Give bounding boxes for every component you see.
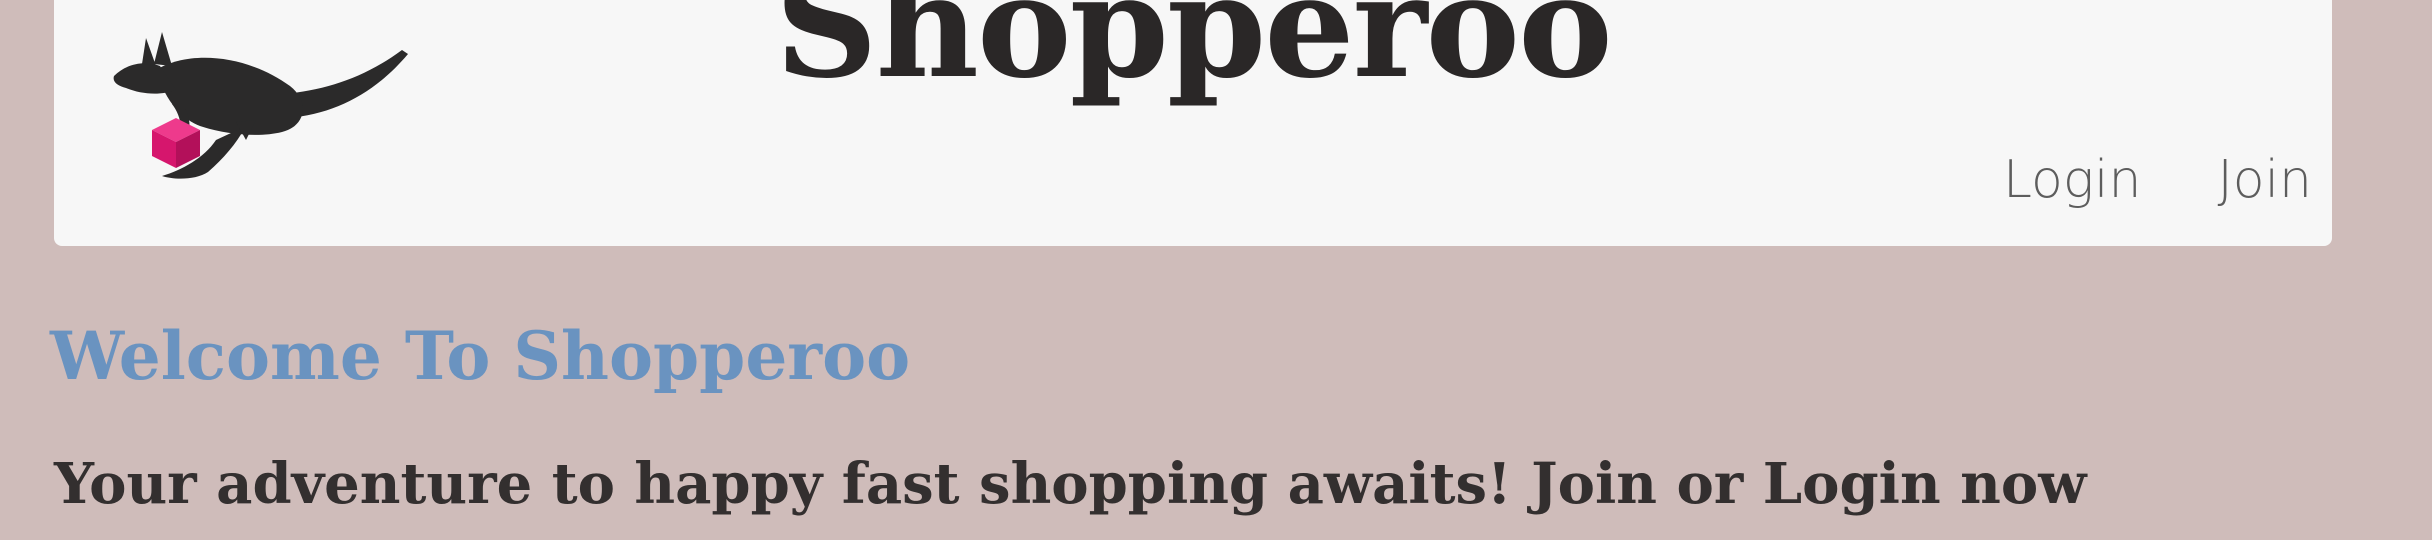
brand-title: Shopperoo <box>775 0 1613 110</box>
tagline-text: Your adventure to happy fast shopping aw… <box>54 451 2087 517</box>
welcome-heading: Welcome To Shopperoo <box>50 317 911 396</box>
nav-links: Login Join <box>2003 154 2312 206</box>
navbar: Shopperoo Login Join <box>54 0 2332 246</box>
join-link[interactable]: Join <box>2217 154 2312 206</box>
login-link[interactable]: Login <box>2003 154 2141 206</box>
